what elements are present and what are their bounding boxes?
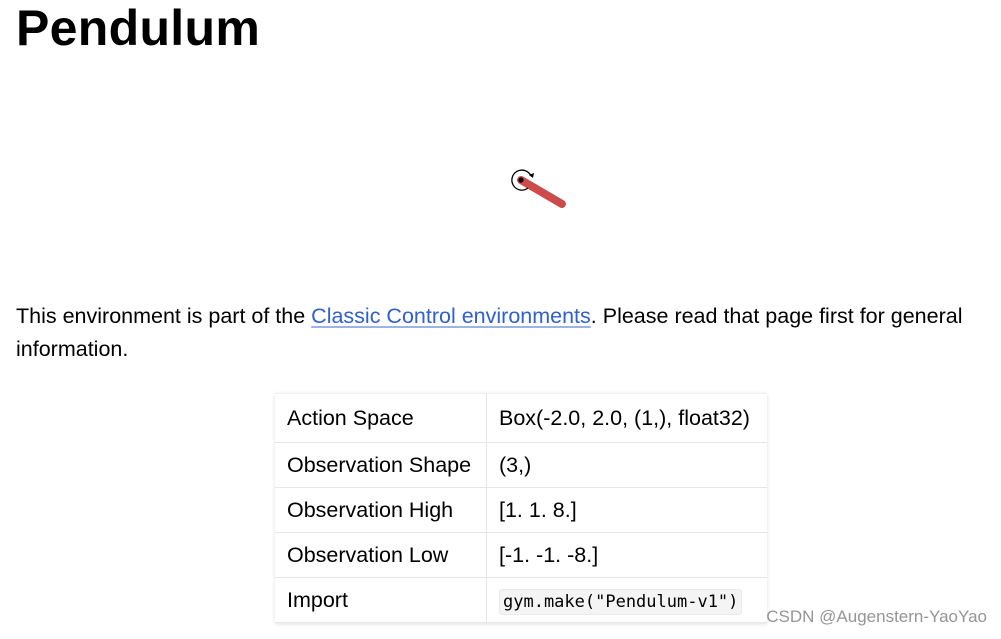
table-row: Observation High [1. 1. 8.] <box>275 487 767 533</box>
intro-paragraph: This environment is part of the Classic … <box>16 300 991 366</box>
import-value-cell: gym.make("Pendulum-v1") <box>486 577 767 623</box>
intro-text-before: This environment is part of the <box>16 304 312 328</box>
watermark: CSDN @Augenstern-YaoYao <box>766 607 987 626</box>
observation-high-label: Observation High <box>275 487 487 533</box>
table-row: Import gym.make("Pendulum-v1") <box>275 577 767 623</box>
observation-high-value: [1. 1. 8.] <box>486 487 767 533</box>
observation-low-value: [-1. -1. -8.] <box>486 532 767 578</box>
import-label: Import <box>275 577 487 623</box>
table-row: Observation Shape (3,) <box>275 442 767 488</box>
observation-low-label: Observation Low <box>275 532 487 578</box>
table-row: Observation Low [-1. -1. -8.] <box>275 532 767 578</box>
classic-control-link[interactable]: Classic Control environments <box>311 304 591 328</box>
observation-shape-value: (3,) <box>486 442 767 488</box>
import-code: gym.make("Pendulum-v1") <box>499 588 743 615</box>
page-title: Pendulum <box>16 0 261 56</box>
observation-shape-label: Observation Shape <box>275 442 487 488</box>
pendulum-animation-image <box>511 169 566 208</box>
environment-spec-table: Action Space Box(-2.0, 2.0, (1,), float3… <box>275 393 767 623</box>
action-space-label: Action Space <box>275 393 487 443</box>
table-row: Action Space Box(-2.0, 2.0, (1,), float3… <box>275 393 767 443</box>
pendulum-pivot <box>518 177 524 183</box>
pendulum-rod <box>517 176 566 208</box>
action-space-value: Box(-2.0, 2.0, (1,), float32) <box>486 393 767 443</box>
